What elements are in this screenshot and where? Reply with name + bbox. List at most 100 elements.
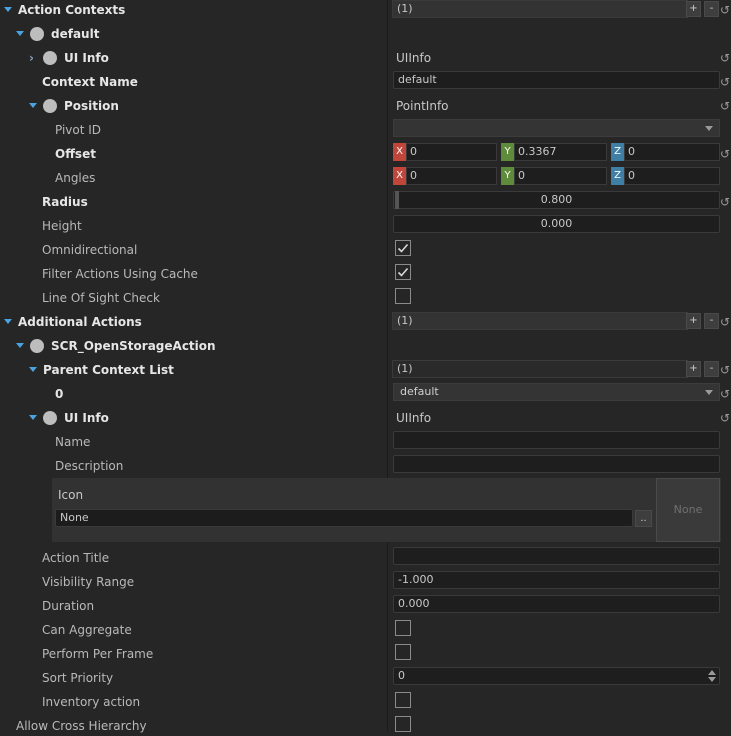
additional-actions-label: Additional Actions (18, 315, 142, 329)
duration-field[interactable]: 0.000 (393, 595, 720, 613)
ui-info-type: UIInfo (396, 51, 432, 65)
offset-z-field[interactable]: 0 (624, 143, 720, 161)
object-circle-icon (30, 26, 44, 41)
angles-z-field[interactable]: 0 (624, 167, 720, 185)
reset-icon[interactable]: ↺ (720, 312, 730, 332)
add-item-button[interactable]: + (686, 1, 701, 17)
offset-label: Offset (55, 147, 96, 161)
tree-node-open-storage-action[interactable]: SCR_OpenStorageAction (16, 336, 216, 356)
reset-icon[interactable]: ↺ (720, 72, 730, 92)
offset-y-field[interactable]: 0.3367 (514, 143, 607, 161)
remove-item-button[interactable]: - (704, 361, 719, 377)
expand-arrow-icon[interactable] (16, 343, 24, 348)
checkmark-icon (397, 267, 409, 277)
perform-per-frame-checkbox[interactable] (395, 644, 411, 660)
height-label: Height (42, 219, 82, 233)
collapse-chevron-icon[interactable]: › (29, 48, 37, 68)
allow-cross-hierarchy-label: Allow Cross Hierarchy (16, 719, 147, 733)
filter-actions-label: Filter Actions Using Cache (42, 267, 198, 281)
action-title-label: Action Title (42, 551, 110, 565)
tree-node-position[interactable]: Position (29, 96, 119, 116)
reset-icon[interactable]: ↺ (720, 144, 730, 164)
expand-arrow-icon[interactable] (16, 31, 24, 36)
line-of-sight-checkbox[interactable] (395, 288, 411, 304)
spinner-arrows-icon[interactable] (706, 669, 718, 683)
tree-node-ui-info[interactable]: › UI Info (29, 48, 109, 68)
radius-slider-field[interactable]: 0.800 (393, 191, 720, 209)
list-index-label: 0 (55, 387, 64, 401)
inventory-action-checkbox[interactable] (395, 692, 411, 708)
description-field[interactable] (393, 455, 720, 473)
radius-slider-handle[interactable] (395, 191, 399, 209)
reset-icon[interactable]: ↺ (720, 96, 730, 116)
parent-context-list-label: Parent Context List (43, 363, 174, 377)
icon-label: Icon (58, 488, 84, 502)
line-of-sight-label: Line Of Sight Check (42, 291, 160, 305)
angles-y-field[interactable]: 0 (514, 167, 607, 185)
context-name-field[interactable]: default (393, 71, 720, 89)
column-divider (387, 0, 388, 732)
context-name-label: Context Name (42, 75, 138, 89)
reset-icon[interactable]: ↺ (720, 384, 730, 404)
ui-info-label: UI Info (64, 51, 109, 65)
checkmark-icon (397, 243, 409, 253)
tree-node-additional-actions[interactable]: Additional Actions (4, 312, 142, 332)
parent-context-dropdown[interactable]: default (393, 383, 720, 401)
allow-cross-hierarchy-checkbox[interactable] (395, 716, 411, 732)
object-circle-icon (43, 98, 57, 113)
omnidirectional-checkbox[interactable] (395, 240, 411, 256)
icon-preview: None (656, 478, 720, 542)
angles-x-field[interactable]: 0 (406, 167, 497, 185)
position-type: PointInfo (396, 99, 449, 113)
expand-arrow-icon[interactable] (29, 103, 37, 108)
visibility-range-field[interactable]: -1.000 (393, 571, 720, 589)
ui-info-type: UIInfo (396, 411, 432, 425)
tree-node-ui-info-2[interactable]: UI Info (29, 408, 109, 428)
axis-y-badge: Y (501, 167, 514, 185)
default-label: default (51, 27, 100, 41)
pivot-id-dropdown[interactable] (393, 119, 720, 137)
ui-info-label: UI Info (64, 411, 109, 425)
action-title-field[interactable] (393, 547, 720, 565)
expand-arrow-icon[interactable] (29, 367, 37, 372)
action-contexts-label: Action Contexts (18, 3, 126, 17)
can-aggregate-checkbox[interactable] (395, 620, 411, 636)
position-label: Position (64, 99, 119, 113)
can-aggregate-label: Can Aggregate (42, 623, 132, 637)
pivot-id-label: Pivot ID (55, 123, 102, 137)
dropdown-arrow-icon (705, 390, 713, 395)
tree-node-parent-context-list[interactable]: Parent Context List (29, 360, 174, 380)
open-storage-action-label: SCR_OpenStorageAction (51, 339, 216, 353)
reset-icon[interactable]: ↺ (720, 48, 730, 68)
action-contexts-count: (1) (392, 0, 688, 18)
offset-x-field[interactable]: 0 (406, 143, 497, 161)
add-item-button[interactable]: + (686, 361, 701, 377)
filter-actions-checkbox[interactable] (395, 264, 411, 280)
axis-z-badge: Z (611, 167, 624, 185)
add-item-button[interactable]: + (686, 313, 701, 329)
icon-path-field[interactable]: None (55, 509, 633, 527)
tree-node-default[interactable]: default (16, 24, 99, 44)
name-field[interactable] (393, 431, 720, 449)
expand-arrow-icon[interactable] (4, 319, 12, 324)
tree-node-action-contexts[interactable]: Action Contexts (4, 0, 125, 20)
axis-x-badge: X (393, 167, 406, 185)
expand-arrow-icon[interactable] (29, 415, 37, 420)
remove-item-button[interactable]: - (704, 313, 719, 329)
radius-label: Radius (42, 195, 88, 209)
duration-label: Duration (42, 599, 95, 613)
reset-icon[interactable]: ↺ (720, 192, 730, 212)
expand-arrow-icon[interactable] (4, 7, 12, 12)
description-label: Description (55, 459, 124, 473)
height-field[interactable]: 0.000 (393, 215, 720, 233)
axis-x-badge: X (393, 143, 406, 161)
visibility-range-label: Visibility Range (42, 575, 135, 589)
axis-y-badge: Y (501, 143, 514, 161)
reset-icon[interactable]: ↺ (720, 408, 730, 428)
reset-icon[interactable]: ↺ (720, 0, 730, 20)
remove-item-button[interactable]: - (704, 1, 719, 17)
reset-icon[interactable]: ↺ (720, 360, 730, 380)
browse-button[interactable]: .. (635, 510, 652, 527)
sort-priority-field[interactable]: 0 (393, 667, 720, 685)
additional-actions-count: (1) (392, 312, 688, 330)
